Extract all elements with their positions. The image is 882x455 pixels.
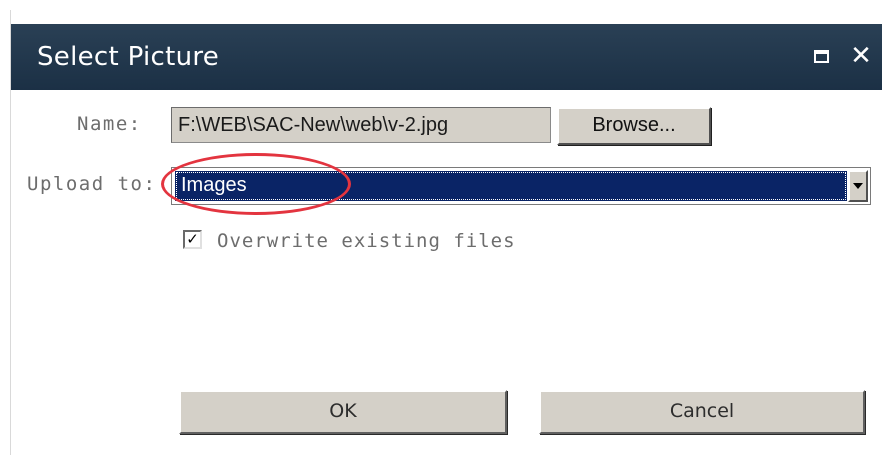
dropdown-button[interactable]	[848, 170, 868, 202]
maximize-button[interactable]	[811, 46, 831, 66]
chevron-down-icon	[853, 183, 863, 189]
select-picture-dialog: Select Picture ✕ Name: F:\WEB\SAC-New\we…	[10, 10, 882, 455]
checkmark-icon: ✓	[186, 230, 199, 248]
name-label: Name:	[77, 113, 142, 135]
upload-to-selected-value[interactable]: Images	[175, 171, 847, 201]
title-bar: Select Picture ✕	[11, 24, 882, 90]
browse-button[interactable]: Browse...	[557, 107, 711, 145]
maximize-icon	[813, 49, 829, 63]
name-field[interactable]: F:\WEB\SAC-New\web\v-2.jpg	[171, 107, 551, 143]
upload-to-label: Upload to:	[27, 173, 157, 195]
overwrite-label: Overwrite existing files	[217, 230, 516, 252]
cancel-button[interactable]: Cancel	[539, 390, 865, 434]
dialog-title: Select Picture	[37, 42, 220, 72]
overwrite-checkbox[interactable]: ✓	[183, 230, 202, 249]
close-icon: ✕	[850, 41, 872, 71]
close-button[interactable]: ✕	[850, 41, 872, 71]
upload-to-select[interactable]: Images	[171, 167, 871, 205]
ok-button[interactable]: OK	[179, 390, 507, 434]
